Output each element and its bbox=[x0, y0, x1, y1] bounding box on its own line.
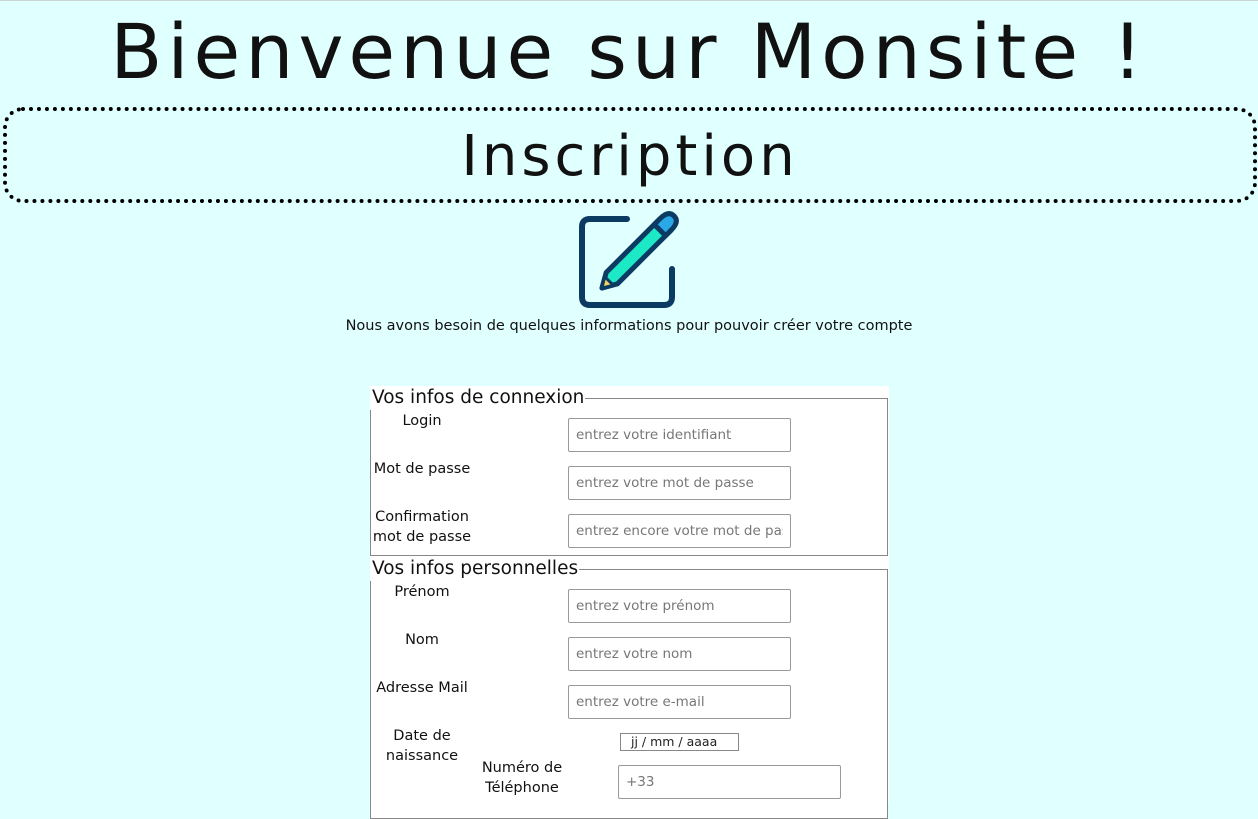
confirm-label-line2: mot de passe bbox=[372, 529, 472, 545]
email-input[interactable] bbox=[568, 685, 791, 719]
birthdate-label-line1: Date de bbox=[393, 728, 451, 744]
phone-label-line1: Numéro de bbox=[481, 760, 563, 776]
firstname-input[interactable] bbox=[568, 589, 791, 623]
confirm-password-input[interactable] bbox=[568, 514, 791, 548]
confirm-password-label: Confirmation mot de passe bbox=[367, 507, 477, 547]
site-title: Bienvenue sur Monsite ! bbox=[110, 7, 1148, 96]
top-border bbox=[0, 0, 1258, 1]
login-label: Login bbox=[402, 413, 442, 429]
lastname-input[interactable] bbox=[568, 637, 791, 671]
edit-document-icon bbox=[579, 211, 679, 308]
lastname-label: Nom bbox=[405, 632, 439, 648]
birthdate-label-line2: naissance bbox=[385, 748, 459, 764]
confirm-label-line1: Confirmation bbox=[375, 509, 469, 525]
phone-label-line2: Téléphone bbox=[485, 780, 559, 796]
password-label: Mot de passe bbox=[373, 461, 471, 477]
email-label: Adresse Mail bbox=[376, 680, 468, 696]
login-input[interactable] bbox=[568, 418, 791, 452]
birthdate-label: Date de naissance bbox=[367, 726, 477, 766]
phone-label: Numéro de Téléphone bbox=[467, 758, 577, 798]
personnel-legend: Vos infos personnelles bbox=[370, 557, 580, 581]
phone-input[interactable] bbox=[618, 765, 841, 799]
connexion-legend: Vos infos de connexion bbox=[370, 386, 586, 410]
firstname-label: Prénom bbox=[394, 584, 450, 600]
intro-text: Nous avons besoin de quelques informatio… bbox=[345, 318, 913, 334]
section-title: Inscription bbox=[3, 107, 1257, 203]
birthdate-input[interactable]: jj / mm / aaaa bbox=[620, 733, 739, 751]
password-input[interactable] bbox=[568, 466, 791, 500]
